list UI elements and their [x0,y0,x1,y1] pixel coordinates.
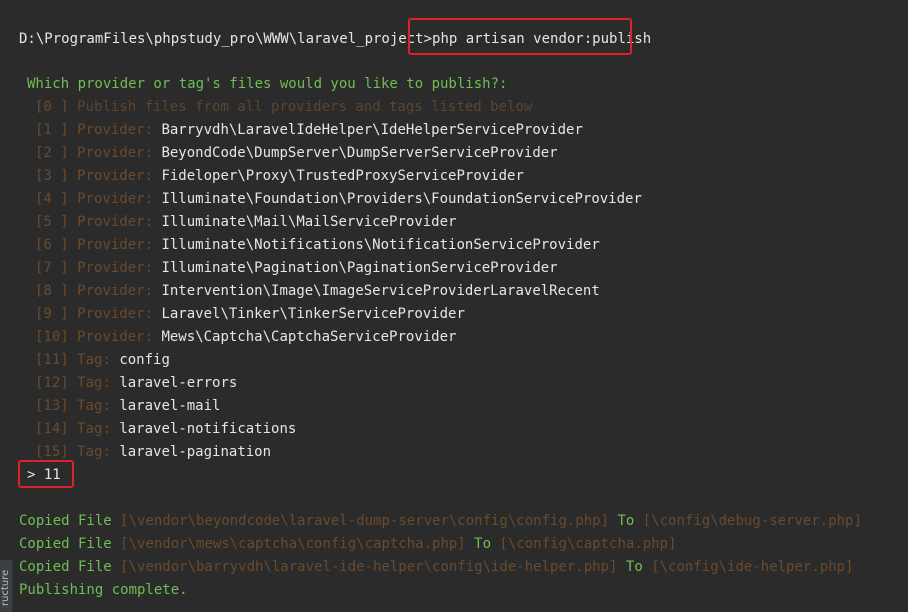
option-value: Illuminate\Foundation\Providers\Foundati… [161,191,642,207]
option-value: Laravel\Tinker\TinkerServiceProvider [161,306,465,322]
copied-label: Copied File [19,536,112,552]
prompt-path: D:\ProgramFiles\phpstudy_pro\WWW\laravel… [19,31,433,47]
copied-file-line: Copied File [\vendor\beyondcode\laravel-… [19,512,862,530]
option-item: [6 ] Provider: Illuminate\Notifications\… [35,236,600,254]
option-type: Provider: [77,306,154,322]
copied-file-line: Copied File [\vendor\barryvdh\laravel-id… [19,558,853,576]
option-type: Provider: [77,191,154,207]
option-value: Intervention\Image\ImageServiceProviderL… [161,283,600,299]
option-item: [8 ] Provider: Intervention\Image\ImageS… [35,282,600,300]
option-item: [4 ] Provider: Illuminate\Foundation\Pro… [35,190,642,208]
option-value: laravel-notifications [119,421,297,437]
copied-destination: [\config\captcha.php] [499,536,677,552]
option-value: laravel-pagination [119,444,272,460]
option-index: [10] [35,329,69,345]
option-item: [12] Tag: laravel-errors [35,374,237,392]
option-index: [9 ] [35,306,69,322]
option-type: Tag: [77,352,111,368]
option-item: [10] Provider: Mews\Captcha\CaptchaServi… [35,328,456,346]
copied-source: [\vendor\barryvdh\laravel-ide-helper\con… [120,559,618,575]
option-type: Tag: [77,398,111,414]
option-type: Tag: [77,444,111,460]
option-value: Publish files from all providers and tag… [77,99,533,115]
option-value: laravel-errors [119,375,238,391]
option-type: Provider: [77,283,154,299]
option-value: Barryvdh\LaravelIdeHelper\IdeHelperServi… [161,122,583,138]
option-item: [13] Tag: laravel-mail [35,397,220,415]
terminal-output[interactable]: D:\ProgramFiles\phpstudy_pro\WWW\laravel… [0,0,908,612]
option-item: [3 ] Provider: Fideloper\Proxy\TrustedPr… [35,167,524,185]
option-value: laravel-mail [119,398,221,414]
copied-source: [\vendor\beyondcode\laravel-dump-server\… [120,513,610,529]
option-index: [13] [35,398,69,414]
option-value: Illuminate\Notifications\NotificationSer… [161,237,600,253]
option-value: config [119,352,170,368]
prompt-question: Which provider or tag's files would you … [27,76,508,92]
option-index: [15] [35,444,69,460]
answer-highlight-box [18,460,74,488]
copied-label: Copied File [19,559,112,575]
option-index: [11] [35,352,69,368]
copied-destination: [\config\debug-server.php] [642,513,862,529]
copied-file-line: Copied File [\vendor\mews\captcha\config… [19,535,676,553]
option-item: [15] Tag: laravel-pagination [35,443,271,461]
option-type: Provider: [77,145,154,161]
option-item: [1 ] Provider: Barryvdh\LaravelIdeHelper… [35,121,583,139]
option-index: [8 ] [35,283,69,299]
structure-tool-label[interactable]: ructure [0,558,12,606]
option-item: [14] Tag: laravel-notifications [35,420,296,438]
option-value: Illuminate\Pagination\PaginationServiceP… [161,260,558,276]
option-index: [4 ] [35,191,69,207]
option-index: [0 ] [35,99,69,115]
option-index: [2 ] [35,145,69,161]
option-item: [2 ] Provider: BeyondCode\DumpServer\Dum… [35,144,558,162]
option-type: Provider: [77,214,154,230]
copied-source: [\vendor\mews\captcha\config\captcha.php… [120,536,466,552]
option-type: Tag: [77,375,111,391]
publishing-complete: Publishing complete. [19,582,188,598]
option-type: Provider: [77,168,154,184]
option-type: Provider: [77,260,154,276]
copied-label: Copied File [19,513,112,529]
option-type: Provider: [77,329,154,345]
option-index: [3 ] [35,168,69,184]
option-value: Mews\Captcha\CaptchaServiceProvider [161,329,457,345]
option-type: Provider: [77,122,154,138]
copied-to-label: To [625,559,643,575]
option-item: [11] Tag: config [35,351,170,369]
option-index: [5 ] [35,214,69,230]
copied-to-label: To [617,513,635,529]
option-index: [14] [35,421,69,437]
option-item: [5 ] Provider: Illuminate\Mail\MailServi… [35,213,456,231]
option-type: Provider: [77,237,154,253]
option-index: [6 ] [35,237,69,253]
option-item: [7 ] Provider: Illuminate\Pagination\Pag… [35,259,558,277]
option-index: [1 ] [35,122,69,138]
option-value: Fideloper\Proxy\TrustedProxyServiceProvi… [161,168,524,184]
option-value: Illuminate\Mail\MailServiceProvider [161,214,457,230]
option-type: Tag: [77,421,111,437]
command-highlight-box [408,18,632,55]
option-item: [9 ] Provider: Laravel\Tinker\TinkerServ… [35,305,465,323]
copied-to-label: To [474,536,492,552]
option-index: [12] [35,375,69,391]
option-value: BeyondCode\DumpServer\DumpServerServiceP… [161,145,558,161]
option-index: [7 ] [35,260,69,276]
copied-destination: [\config\ide-helper.php] [651,559,854,575]
option-item: [0 ] Publish files from all providers an… [35,98,532,116]
